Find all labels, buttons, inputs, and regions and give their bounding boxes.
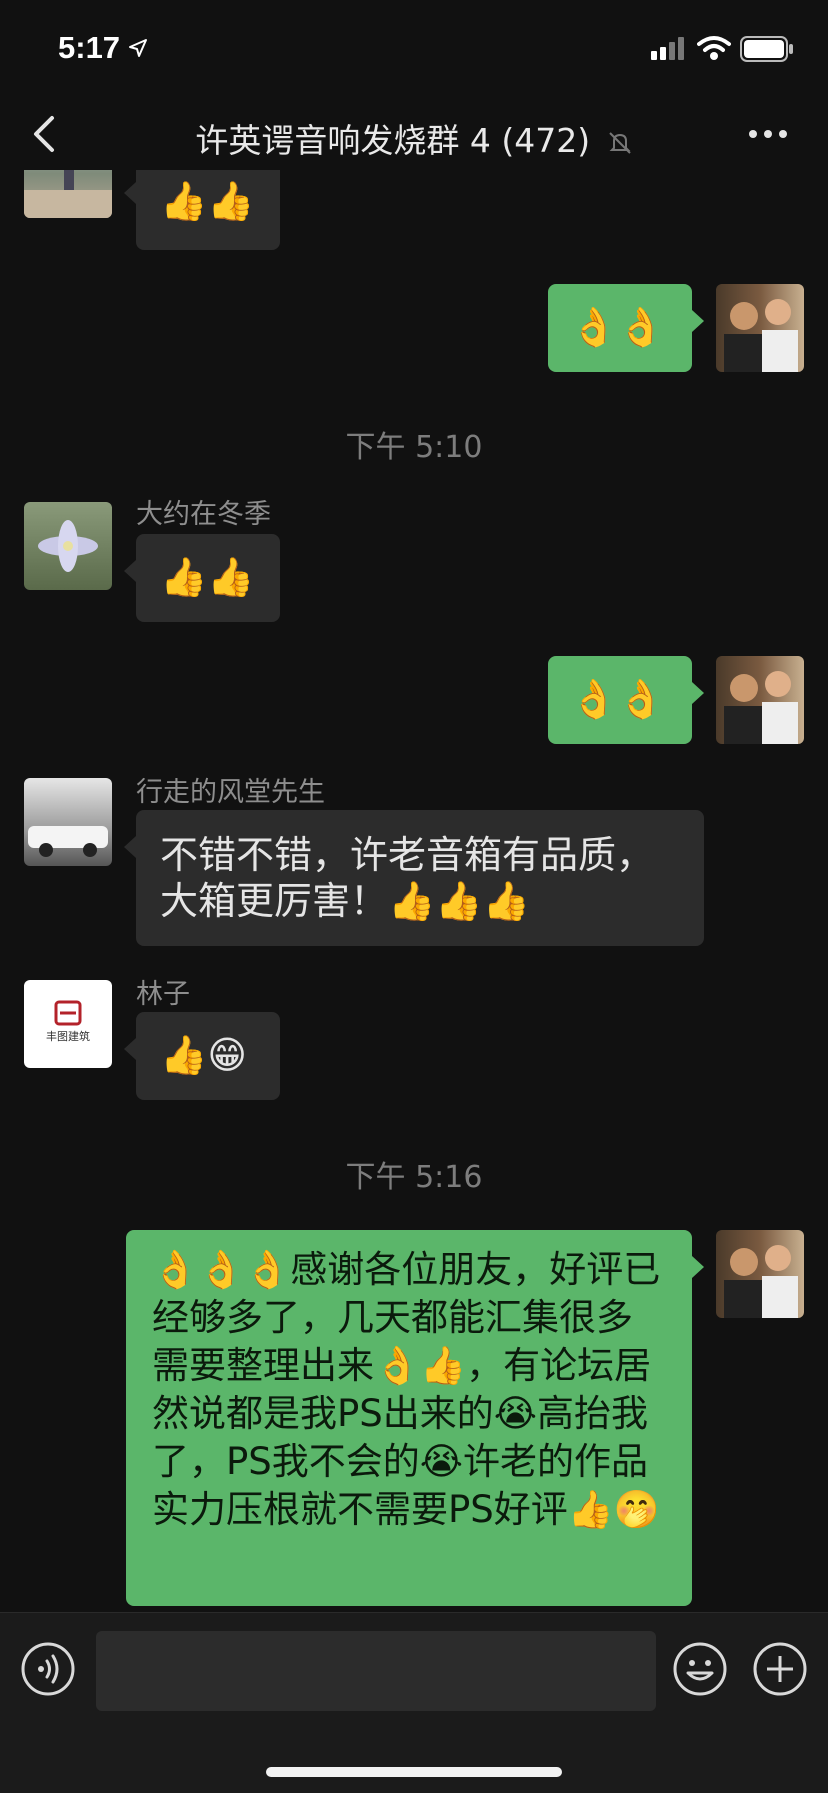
wifi-icon: [697, 36, 731, 60]
message-text: 👍👍: [160, 555, 255, 599]
avatar-photo-icon: [24, 170, 112, 218]
sender-name: 大约在冬季: [136, 499, 271, 530]
message-bubble-self[interactable]: 👌👌👌感谢各位朋友，好评已经够多了，几天都能汇集很多需要整理出来👌👍，有论坛居然…: [126, 1230, 704, 1606]
status-time: 5:17: [58, 30, 121, 65]
more-functions-plus-icon[interactable]: [752, 1641, 808, 1697]
message-input[interactable]: [96, 1631, 656, 1711]
avatar-photo-icon: [724, 299, 798, 372]
message-text: 👌👌👌感谢各位朋友，好评已经够多了，几天都能汇集很多需要整理出来👌👍，有论坛居然…: [152, 1248, 661, 1531]
input-bar: [0, 1612, 828, 1793]
sender-name: 林子: [136, 979, 190, 1010]
message-bubble[interactable]: 👍👍: [124, 170, 280, 250]
avatar-self[interactable]: [716, 656, 804, 744]
battery-icon: [740, 36, 793, 62]
navigation-bar: 许英谔音响发烧群 4 (472): [0, 100, 828, 170]
message-text: 👍👍: [160, 179, 255, 223]
avatar-photo-icon: [724, 671, 798, 744]
avatar-logo-text: 丰图建筑: [46, 1029, 90, 1043]
cellular-signal-icon: [651, 37, 684, 60]
avatar-self[interactable]: [716, 284, 804, 372]
avatar[interactable]: [24, 170, 112, 218]
avatar-flower-icon: [38, 520, 98, 572]
chat-title: 许英谔音响发烧群 4 (472): [0, 114, 828, 162]
avatar-self[interactable]: [716, 1230, 804, 1318]
avatar[interactable]: [24, 778, 112, 866]
message-text: 👌👌: [570, 677, 665, 721]
message-bubble[interactable]: 👍👍: [124, 534, 280, 622]
home-indicator[interactable]: [266, 1767, 562, 1777]
message-text: 👌👌: [570, 305, 665, 349]
mute-bell-icon: [608, 131, 631, 154]
location-arrow-icon: [129, 39, 147, 57]
more-options-icon[interactable]: [748, 128, 788, 140]
status-bar: 5:17: [0, 0, 828, 100]
emoji-picker-icon[interactable]: [672, 1641, 728, 1697]
avatar[interactable]: 丰图建筑: [24, 980, 112, 1068]
sender-name: 行走的风堂先生: [136, 777, 325, 808]
message-text: 👍😁: [160, 1033, 247, 1077]
avatar-logo-icon: 丰图建筑: [46, 1000, 90, 1043]
message-bubble-self[interactable]: 👌👌: [548, 284, 704, 372]
timestamp: 下午 5:16: [345, 1160, 483, 1195]
message-bubble[interactable]: 不错不错，许老音箱有品质，大箱更厉害！👍👍👍: [124, 810, 704, 946]
timestamp: 下午 5:10: [345, 430, 483, 465]
message-bubble[interactable]: 👍😁: [124, 1012, 280, 1100]
message-text: 不错不错，许老音箱有品质，大箱更厉害！👍👍👍: [160, 833, 655, 923]
message-list[interactable]: 👍👍 👌👌 下午 5:10 大约在冬季 👍👍 👌👌 行走的风堂先生 不错不错，许…: [0, 170, 828, 1612]
chat-title-text: 许英谔音响发烧群 4 (472): [195, 121, 591, 160]
avatar[interactable]: [24, 502, 112, 590]
voice-input-icon[interactable]: [20, 1641, 76, 1697]
avatar-car-icon: [28, 826, 108, 857]
avatar-photo-icon: [724, 1245, 798, 1318]
message-bubble-self[interactable]: 👌👌: [548, 656, 704, 744]
